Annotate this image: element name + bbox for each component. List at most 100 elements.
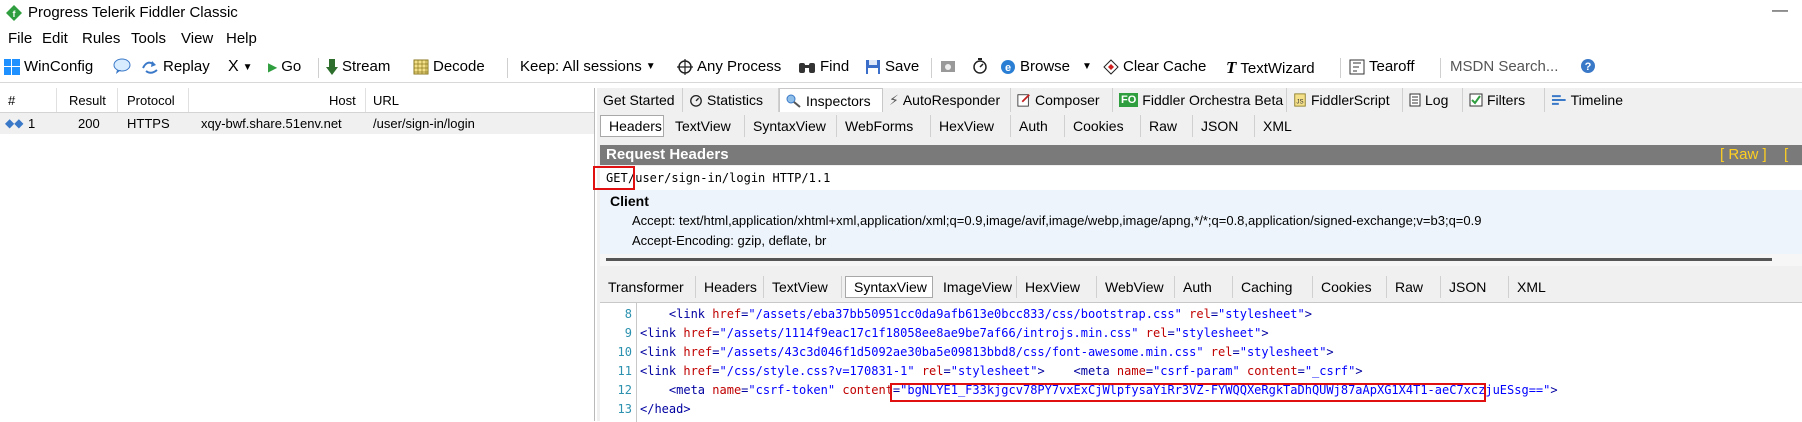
tab-label: AutoResponder — [902, 92, 1001, 108]
tab-log[interactable]: Log — [1403, 88, 1463, 112]
code-token: <link — [640, 364, 684, 378]
code-token: "stylesheet" — [950, 364, 1038, 378]
request-tab-textview[interactable]: TextView — [667, 115, 745, 137]
replay-label: Replay — [163, 58, 210, 75]
textwizard-t-icon: T — [1226, 58, 1237, 77]
scrollbar-thumb[interactable] — [606, 258, 1772, 261]
tearoff-button[interactable]: Tearoff — [1349, 58, 1415, 75]
decode-button[interactable]: Decode — [413, 58, 485, 75]
highlight-box-csrf-token — [890, 383, 1486, 402]
response-tab-headers[interactable]: Headers — [696, 276, 764, 298]
column-header-number[interactable]: # — [8, 93, 15, 108]
request-tab-xml[interactable]: XML — [1255, 115, 1307, 137]
code-token: > — [1355, 364, 1363, 378]
code-token: "csrf-param" — [1153, 364, 1240, 378]
column-header-protocol[interactable]: Protocol — [127, 93, 175, 108]
winconfig-button[interactable]: WinConfig — [4, 58, 93, 75]
tab-filters[interactable]: Filters — [1463, 88, 1545, 112]
browser-e-icon: e — [1001, 59, 1015, 74]
response-tab-cookies[interactable]: Cookies — [1313, 276, 1387, 298]
tab-composer[interactable]: Composer — [1011, 88, 1113, 112]
tab-autoresponder[interactable]: ⚡ AutoResponder — [883, 88, 1011, 112]
session-url: /user/sign-in/login — [373, 116, 475, 131]
timer-button[interactable] — [972, 58, 988, 74]
code-token: "/css/style.css?v=170831-1" — [719, 364, 915, 378]
tab-fiddler-orchestra[interactable]: FO Fiddler Orchestra Beta — [1113, 88, 1287, 112]
horizontal-scrollbar[interactable] — [600, 254, 1802, 266]
code-token: "csrf-token" — [748, 383, 836, 397]
menu-edit[interactable]: Edit — [42, 30, 68, 47]
response-tab-xml[interactable]: XML — [1509, 276, 1563, 298]
line-number: 9 — [624, 326, 632, 340]
line-number: 11 — [617, 364, 632, 378]
response-tab-transformer[interactable]: Transformer — [600, 276, 696, 298]
menu-view[interactable]: View — [181, 30, 213, 47]
syntax-code-view[interactable]: 8 <link href="/assets/eba37bb50951cc0da9… — [600, 302, 1802, 422]
response-tab-imageview[interactable]: ImageView — [935, 276, 1017, 298]
replay-icon — [142, 60, 158, 74]
response-tab-raw[interactable]: Raw — [1387, 276, 1441, 298]
menu-rules[interactable]: Rules — [82, 30, 120, 47]
response-tab-syntaxview[interactable]: SyntaxView — [845, 276, 933, 298]
request-tab-auth[interactable]: Auth — [1011, 115, 1065, 137]
msdn-search-input[interactable]: MSDN Search... — [1450, 58, 1558, 75]
composer-icon — [1017, 94, 1030, 107]
session-result: 200 — [78, 116, 100, 131]
any-process-button[interactable]: Any Process — [677, 58, 781, 75]
request-tab-hexview[interactable]: HexView — [931, 115, 1011, 137]
toolbar-separator — [931, 58, 932, 78]
request-tab-syntaxview[interactable]: SyntaxView — [745, 115, 837, 137]
find-button[interactable]: Find — [798, 58, 849, 75]
remove-button[interactable]: X ▼ — [228, 58, 253, 76]
response-tab-hexview[interactable]: HexView — [1017, 276, 1097, 298]
client-group-title: Client — [610, 193, 649, 209]
response-tab-webview[interactable]: WebView — [1097, 276, 1175, 298]
comment-button[interactable] — [113, 58, 131, 74]
request-tab-json[interactable]: JSON — [1193, 115, 1255, 137]
go-button[interactable]: ▶ Go — [268, 58, 301, 75]
clear-cache-button[interactable]: Clear Cache — [1103, 58, 1206, 75]
code-token: "stylesheet" — [1218, 307, 1305, 321]
keep-sessions-dropdown[interactable]: Keep: All sessions ▼ — [520, 58, 656, 75]
request-tab-headers[interactable]: Headers — [600, 115, 664, 137]
tab-fiddlerscript[interactable]: JS FiddlerScript — [1287, 88, 1403, 112]
tab-timeline[interactable]: Timeline — [1545, 88, 1629, 112]
tab-statistics[interactable]: Statistics — [683, 88, 779, 112]
browse-button[interactable]: e Browse ▼ — [1000, 58, 1092, 75]
code-line: <link href="/css/style.css?v=170831-1" r… — [640, 364, 1363, 378]
response-tabs: Transformer Headers TextView SyntaxView … — [597, 275, 1802, 299]
textwizard-button[interactable]: T TextWizard — [1226, 58, 1315, 78]
tab-label: Get Started — [603, 92, 675, 108]
menu-tools[interactable]: Tools — [131, 30, 166, 47]
response-tab-textview[interactable]: TextView — [764, 276, 842, 298]
table-row[interactable]: ◆◆ 1 200 HTTPS xqy-bwf.share.51env.net /… — [0, 113, 594, 134]
code-token: > — [1304, 307, 1312, 321]
response-tab-caching[interactable]: Caching — [1233, 276, 1313, 298]
tab-get-started[interactable]: Get Started — [597, 88, 683, 112]
screenshot-button[interactable] — [940, 58, 956, 74]
code-token: > <meta — [1037, 364, 1117, 378]
column-header-url[interactable]: URL — [373, 93, 399, 108]
column-header-result[interactable]: Result — [69, 93, 106, 108]
code-token: > — [1261, 326, 1269, 340]
request-tab-webforms[interactable]: WebForms — [837, 115, 931, 137]
response-tab-auth[interactable]: Auth — [1175, 276, 1233, 298]
help-button[interactable]: ? — [1580, 58, 1596, 74]
response-tab-json[interactable]: JSON — [1441, 276, 1509, 298]
sessions-header: # Result Protocol Host URL — [0, 88, 594, 113]
request-tab-raw[interactable]: Raw — [1141, 115, 1193, 137]
stream-button[interactable]: Stream — [326, 58, 390, 75]
sessions-list[interactable]: # Result Protocol Host URL ◆◆ 1 200 HTTP… — [0, 88, 595, 421]
tab-label: Filters — [1487, 92, 1526, 108]
minimize-button[interactable]: — — [1772, 2, 1788, 20]
help-question-icon: ? — [1581, 59, 1595, 73]
column-header-host[interactable]: Host — [329, 93, 356, 108]
request-tab-cookies[interactable]: Cookies — [1065, 115, 1141, 137]
replay-button[interactable]: Replay — [141, 58, 210, 75]
save-button[interactable]: Save — [865, 58, 919, 75]
raw-link[interactable]: [ Raw ] — [1720, 146, 1767, 163]
menu-file[interactable]: File — [8, 30, 32, 47]
menu-help[interactable]: Help — [226, 30, 257, 47]
tab-inspectors[interactable]: Inspectors — [779, 88, 883, 112]
